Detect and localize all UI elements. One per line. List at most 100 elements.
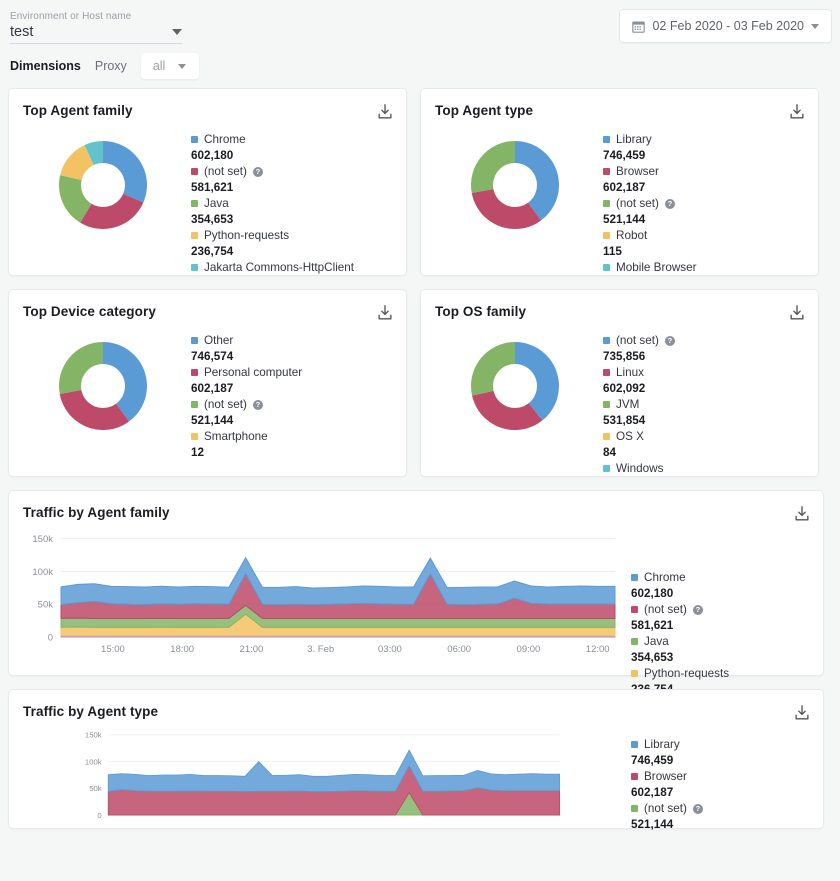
- legend-swatch: [603, 168, 610, 175]
- legend-item-value: 602,187: [631, 784, 823, 801]
- legend-item-label: Chrome: [644, 570, 686, 585]
- card-title: Top Device category: [9, 290, 406, 319]
- help-circle-icon[interactable]: ?: [693, 804, 703, 814]
- donut-svg: [48, 130, 158, 240]
- help-circle-icon[interactable]: ?: [665, 199, 675, 209]
- legend-item-value: 735,856: [603, 348, 818, 365]
- legend-swatch: [603, 136, 610, 143]
- donut-row-1: Top Agent family Chrome602,180(not set)?…: [8, 88, 832, 276]
- area-chart-svg: 050k100k150k: [13, 723, 619, 833]
- legend-item-label: (not set): [616, 333, 659, 348]
- legend-swatch: [631, 805, 638, 812]
- donut-body: Chrome602,180(not set)?581,621Java354,65…: [9, 118, 406, 275]
- legend-item[interactable]: Chrome: [191, 132, 406, 147]
- environment-label: Environment or Host name: [10, 10, 182, 23]
- legend-item[interactable]: (not set)?: [631, 801, 823, 816]
- donut-body: Other746,574Personal computer602,187(not…: [9, 319, 406, 461]
- legend-top-os-family: (not set)?735,856Linux602,092JVM531,854O…: [595, 325, 818, 476]
- legend-item-label: Java: [644, 634, 669, 649]
- legend-item-label: (not set): [204, 397, 247, 412]
- chevron-down-icon: [178, 64, 186, 69]
- legend-item[interactable]: (not set)?: [603, 196, 818, 211]
- legend-item[interactable]: (not set)?: [631, 602, 823, 617]
- legend-item-value: 354,653: [631, 649, 823, 666]
- legend-item[interactable]: Smartphone: [191, 429, 406, 444]
- download-icon[interactable]: [788, 304, 806, 322]
- download-icon[interactable]: [376, 103, 394, 121]
- tab-proxy[interactable]: Proxy: [95, 56, 127, 76]
- download-icon[interactable]: [793, 505, 811, 523]
- tab-dimensions[interactable]: Dimensions: [10, 56, 81, 76]
- legend-swatch: [603, 200, 610, 207]
- x-axis-tick-label: 03:00: [378, 644, 402, 655]
- legend-swatch: [631, 741, 638, 748]
- legend-swatch: [603, 337, 610, 344]
- legend-item[interactable]: OS X: [603, 429, 818, 444]
- legend-swatch: [603, 433, 610, 440]
- legend-item[interactable]: Browser: [631, 769, 823, 784]
- legend-item[interactable]: JVM: [603, 397, 818, 412]
- legend-item[interactable]: (not set)?: [191, 164, 406, 179]
- legend-swatch: [191, 369, 198, 376]
- y-axis-tick-label: 0: [97, 811, 101, 820]
- legend-item[interactable]: Robot: [603, 228, 818, 243]
- download-icon[interactable]: [376, 304, 394, 322]
- chevron-down-icon: [172, 29, 182, 35]
- legend-item[interactable]: Library: [603, 132, 818, 147]
- legend-swatch: [191, 337, 198, 344]
- help-circle-icon[interactable]: ?: [665, 336, 675, 346]
- legend-item[interactable]: Java: [631, 634, 823, 649]
- area-body: 050k100k150k Library746,459Browser602,18…: [9, 719, 823, 846]
- y-axis-tick-label: 100k: [32, 567, 53, 578]
- legend-item-label: Linux: [616, 365, 644, 380]
- environment-select-control[interactable]: test: [10, 24, 182, 44]
- legend-swatch: [631, 638, 638, 645]
- legend-item-label: Python-requests: [644, 666, 729, 681]
- legend-item[interactable]: Windows: [603, 461, 818, 476]
- legend-item-label: Library: [616, 132, 652, 147]
- donut-chart-top-agent-family: [23, 124, 183, 275]
- legend-swatch: [603, 264, 610, 271]
- legend-item[interactable]: Python-requests: [631, 666, 823, 681]
- download-icon[interactable]: [793, 704, 811, 722]
- donut-chart-top-agent-type: [435, 124, 595, 275]
- legend-swatch: [631, 670, 638, 677]
- legend-top-agent-family: Chrome602,180(not set)?581,621Java354,65…: [183, 124, 406, 275]
- legend-item-value: 602,092: [603, 380, 818, 397]
- legend-item[interactable]: Other: [191, 333, 406, 348]
- donut-chart-top-os-family: [435, 325, 595, 476]
- x-axis-tick-label: 21:00: [240, 644, 264, 655]
- legend-item-value: 581,621: [631, 617, 823, 634]
- legend-item[interactable]: Browser: [603, 164, 818, 179]
- legend-item-value: 521,144: [603, 211, 818, 228]
- area-series: [61, 558, 615, 605]
- help-circle-icon[interactable]: ?: [253, 167, 263, 177]
- legend-swatch: [603, 465, 610, 472]
- all-filter-select[interactable]: all: [141, 53, 199, 79]
- calendar-icon: [632, 20, 645, 33]
- legend-item[interactable]: Library: [631, 737, 823, 752]
- download-icon[interactable]: [788, 103, 806, 121]
- legend-item[interactable]: Jakarta Commons-HttpClient: [191, 260, 406, 275]
- environment-select[interactable]: Environment or Host name test: [10, 10, 182, 44]
- legend-item[interactable]: (not set)?: [603, 333, 818, 348]
- help-circle-icon[interactable]: ?: [253, 400, 263, 410]
- legend-item[interactable]: Mobile Browser: [603, 260, 818, 275]
- filter-tabs: Dimensions Proxy all: [10, 53, 199, 79]
- legend-item[interactable]: Personal computer: [191, 365, 406, 380]
- legend-item[interactable]: Chrome: [631, 570, 823, 585]
- x-axis-tick-label: 09:00: [517, 644, 541, 655]
- legend-top-agent-type: Library746,459Browser602,187(not set)?52…: [595, 124, 818, 275]
- help-circle-icon[interactable]: ?: [693, 605, 703, 615]
- donut-svg: [460, 130, 570, 240]
- card-top-agent-family: Top Agent family Chrome602,180(not set)?…: [8, 88, 407, 276]
- card-traffic-by-agent-family: Traffic by Agent family 050k100k150k15:0…: [8, 490, 824, 676]
- legend-item[interactable]: Java: [191, 196, 406, 211]
- date-range-picker[interactable]: 02 Feb 2020 - 03 Feb 2020: [619, 9, 832, 43]
- legend-item-label: (not set): [644, 801, 687, 816]
- y-axis-tick-label: 150k: [32, 534, 53, 545]
- legend-item[interactable]: Linux: [603, 365, 818, 380]
- legend-item[interactable]: Python-requests: [191, 228, 406, 243]
- legend-item[interactable]: (not set)?: [191, 397, 406, 412]
- legend-item-value: 602,187: [191, 380, 406, 397]
